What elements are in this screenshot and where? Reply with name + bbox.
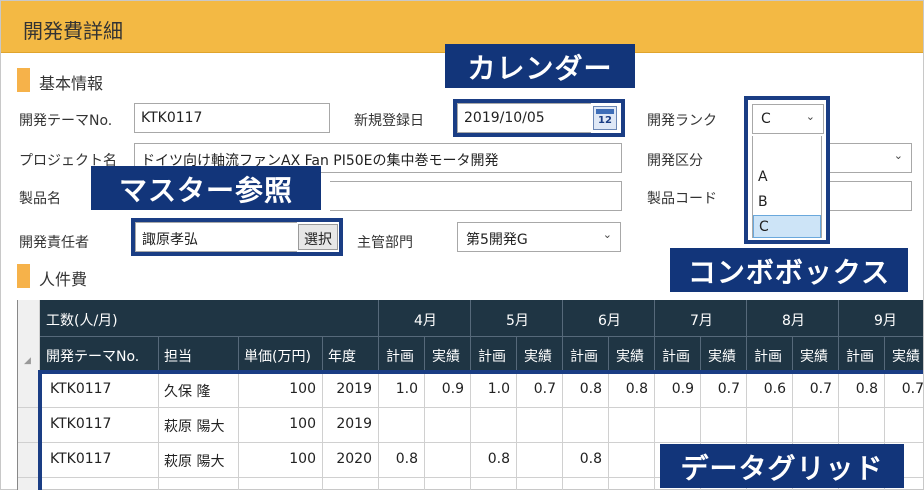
month-header: 8月 — [782, 313, 805, 329]
month-header: 7月 — [690, 313, 713, 329]
callout-master: マスター参照 — [91, 166, 321, 210]
column-header-actual[interactable]: 実績 — [892, 346, 920, 366]
theme-no-input[interactable]: KTK0117 — [134, 103, 330, 133]
rank-option-c[interactable]: C — [753, 215, 821, 238]
header-divider — [424, 336, 425, 372]
callout-datagrid: データグリッド — [660, 444, 904, 488]
month-header: 5月 — [506, 313, 529, 329]
month-header: 4月 — [414, 313, 437, 329]
product-code-label: 製品コード — [647, 191, 717, 207]
category-select[interactable]: ⌄ — [828, 143, 912, 173]
callout-combobox: コンボボックス — [670, 248, 908, 292]
dept-value: 第5開発G — [466, 232, 528, 248]
owner-label: 開発責任者 — [19, 235, 89, 251]
column-header-unit[interactable]: 単価(万円) — [244, 346, 311, 366]
column-header-actual[interactable]: 実績 — [432, 346, 460, 366]
reg-date-input[interactable]: 2019/10/05 — [457, 103, 591, 133]
sort-triangle-icon: ◢ — [24, 356, 31, 366]
section-marker — [17, 68, 30, 92]
owner-input[interactable]: 諏原孝弘 — [135, 222, 297, 252]
rank-label: 開発ランク — [647, 113, 717, 129]
section-title-basic: 基本情報 — [39, 74, 104, 93]
header-divider — [608, 336, 609, 372]
callout-calendar: カレンダー — [445, 44, 635, 88]
column-header-theme[interactable]: 開発テーマNo. — [46, 346, 139, 366]
column-header-plan[interactable]: 計画 — [386, 346, 414, 366]
month-header: 6月 — [598, 313, 621, 329]
header-divider — [238, 336, 239, 372]
window-title: 開発費詳細 — [23, 19, 123, 43]
header-divider — [516, 336, 517, 372]
rank-option-a[interactable]: A — [753, 166, 821, 189]
column-header-year[interactable]: 年度 — [328, 346, 356, 366]
chevron-down-icon: ⌄ — [893, 149, 903, 162]
column-header-actual[interactable]: 実績 — [708, 346, 736, 366]
calendar-icon[interactable]: 12 — [593, 106, 617, 130]
select-button[interactable]: 選択 — [298, 224, 338, 250]
product-input[interactable] — [330, 181, 622, 211]
header-divider — [40, 336, 923, 337]
section-title-personnel: 人件費 — [39, 270, 88, 289]
rank-dropdown-list: A B C — [752, 136, 822, 238]
column-header-actual[interactable]: 実績 — [524, 346, 552, 366]
column-header-plan[interactable]: 計画 — [478, 346, 506, 366]
header-divider — [158, 336, 159, 372]
header-divider — [884, 336, 885, 372]
row-selector-column — [18, 300, 40, 490]
rank-option-b[interactable]: B — [753, 191, 821, 214]
section-marker — [17, 264, 30, 288]
group-header: 工数(人/月) — [46, 313, 118, 329]
chevron-down-icon: ⌄ — [602, 228, 612, 241]
header-divider — [700, 336, 701, 372]
column-header-actual[interactable]: 実績 — [616, 346, 644, 366]
product-code-input[interactable] — [828, 181, 912, 211]
column-header-plan[interactable]: 計画 — [846, 346, 874, 366]
column-header-actual[interactable]: 実績 — [800, 346, 828, 366]
column-header-plan[interactable]: 計画 — [662, 346, 690, 366]
dept-label: 主管部門 — [357, 235, 413, 251]
month-header: 9月 — [874, 313, 897, 329]
product-label: 製品名 — [19, 191, 61, 207]
column-header-plan[interactable]: 計画 — [570, 346, 598, 366]
reg-date-label: 新規登録日 — [354, 113, 424, 129]
theme-no-label: 開発テーマNo. — [19, 113, 113, 129]
dept-select[interactable]: 第5開発G ⌄ — [457, 222, 621, 252]
header-divider — [792, 336, 793, 372]
category-label: 開発区分 — [647, 153, 703, 169]
header-divider — [322, 336, 323, 372]
column-header-person[interactable]: 担当 — [164, 346, 192, 366]
column-header-plan[interactable]: 計画 — [754, 346, 782, 366]
